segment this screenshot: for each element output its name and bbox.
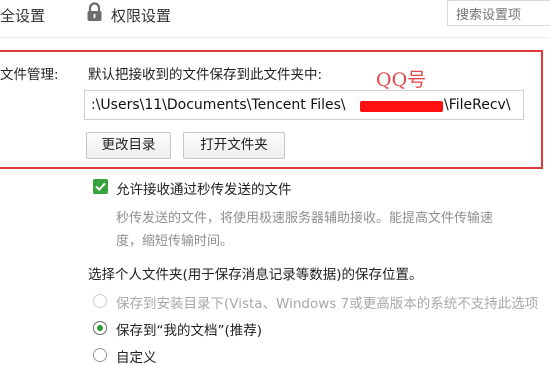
radio-custom[interactable]: [93, 348, 107, 362]
radio-my-documents-label[interactable]: 保存到“我的文档”(推荐): [116, 319, 262, 339]
redaction-mark: [360, 101, 443, 112]
header-divider: [0, 37, 550, 38]
radio-selected-dot: [97, 325, 103, 331]
personal-folder-title: 选择个人文件夹(用于保存消息记录等数据)的保存位置。: [88, 267, 423, 283]
default-save-folder-text: 默认把接收到的文件保存到此文件夹中:: [88, 67, 323, 83]
tab-permission-settings[interactable]: 权限设置: [111, 5, 171, 26]
save-path-field[interactable]: :\Users\11\Documents\Tencent Files\ \Fil…: [84, 90, 524, 120]
radio-install-dir-label: 保存到安装目录下(Vista、Windows 7或更高版本的系统不支持此选项: [116, 296, 539, 312]
tab-general-settings-label: 全设置: [0, 7, 46, 25]
save-path-suffix: \FileRecv\: [444, 97, 511, 113]
flash-transfer-hint-line2: 度，缩短传输时间。: [116, 234, 234, 249]
search-settings-input[interactable]: [447, 0, 550, 26]
radio-my-documents[interactable]: [93, 321, 107, 335]
check-icon: [95, 182, 106, 192]
open-folder-button[interactable]: 打开文件夹: [183, 132, 285, 159]
flash-transfer-checkbox[interactable]: [93, 179, 108, 194]
save-path-prefix: :\Users\11\Documents\Tencent Files\: [91, 97, 346, 113]
file-management-label: 文件管理:: [0, 67, 59, 83]
lock-icon: [86, 2, 103, 26]
flash-transfer-label[interactable]: 允许接收通过秒传发送的文件: [116, 178, 292, 198]
change-directory-button[interactable]: 更改目录: [86, 132, 171, 159]
qq-number-annotation: QQ号: [376, 69, 427, 91]
tab-general-settings[interactable]: 全设置: [0, 5, 45, 26]
tab-permission-settings-label: 权限设置: [111, 7, 172, 25]
flash-transfer-hint-line1: 秒传发送的文件，将使用极速服务器辅助接收。能提高文件传输速: [116, 211, 494, 226]
radio-custom-label[interactable]: 自定义: [116, 346, 157, 366]
radio-install-dir[interactable]: [93, 294, 107, 308]
